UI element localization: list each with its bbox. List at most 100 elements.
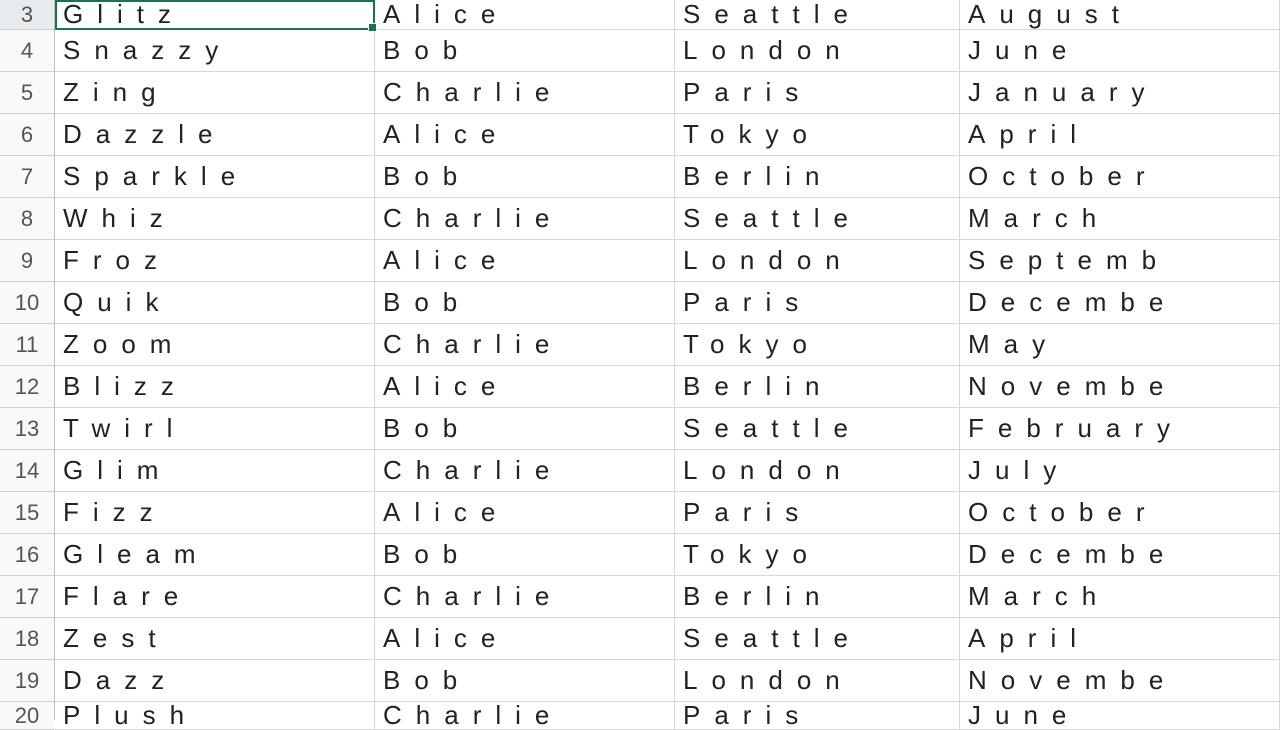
- cell[interactable]: Berlin: [675, 576, 960, 617]
- table-row: Glitz Alice Seattle August: [55, 0, 1280, 30]
- cell[interactable]: Paris: [675, 72, 960, 113]
- row-header[interactable]: 14: [0, 450, 54, 492]
- row-header[interactable]: 17: [0, 576, 54, 618]
- cell[interactable]: Bob: [375, 282, 675, 323]
- cell[interactable]: Twirl: [55, 408, 375, 449]
- cell[interactable]: Novembe: [960, 366, 1280, 407]
- cell[interactable]: October: [960, 156, 1280, 197]
- cell[interactable]: Tokyo: [675, 114, 960, 155]
- cell[interactable]: Charlie: [375, 198, 675, 239]
- cell[interactable]: Decembe: [960, 534, 1280, 575]
- table-row: Whiz Charlie Seattle March: [55, 198, 1280, 240]
- cell[interactable]: Decembe: [960, 282, 1280, 323]
- row-header[interactable]: 20: [0, 702, 54, 730]
- cell[interactable]: Froz: [55, 240, 375, 281]
- cell[interactable]: Charlie: [375, 324, 675, 365]
- cell[interactable]: Blizz: [55, 366, 375, 407]
- cell[interactable]: Glitz: [55, 0, 375, 29]
- cell[interactable]: Bob: [375, 660, 675, 701]
- cell[interactable]: London: [675, 660, 960, 701]
- row-header[interactable]: 19: [0, 660, 54, 702]
- cell[interactable]: Gleam: [55, 534, 375, 575]
- cell[interactable]: London: [675, 240, 960, 281]
- cell[interactable]: Bob: [375, 534, 675, 575]
- cell[interactable]: London: [675, 30, 960, 71]
- cell[interactable]: Paris: [675, 702, 960, 729]
- cell[interactable]: April: [960, 114, 1280, 155]
- cell[interactable]: Alice: [375, 366, 675, 407]
- cell[interactable]: Alice: [375, 240, 675, 281]
- cell[interactable]: Seattle: [675, 198, 960, 239]
- cell[interactable]: Zing: [55, 72, 375, 113]
- cell[interactable]: May: [960, 324, 1280, 365]
- cell[interactable]: Alice: [375, 618, 675, 659]
- row-header[interactable]: 9: [0, 240, 54, 282]
- cell[interactable]: Whiz: [55, 198, 375, 239]
- cell[interactable]: Bob: [375, 156, 675, 197]
- cell[interactable]: Bob: [375, 408, 675, 449]
- cell[interactable]: Tokyo: [675, 534, 960, 575]
- cell[interactable]: June: [960, 30, 1280, 71]
- spreadsheet-grid[interactable]: 3 4 5 6 7 8 9 10 11 12 13 14 15 16 17 18…: [0, 0, 1280, 720]
- row-header[interactable]: 3: [0, 0, 54, 30]
- row-header[interactable]: 13: [0, 408, 54, 450]
- cell[interactable]: Flare: [55, 576, 375, 617]
- cell[interactable]: Zoom: [55, 324, 375, 365]
- cell[interactable]: February: [960, 408, 1280, 449]
- cell[interactable]: Charlie: [375, 72, 675, 113]
- table-row: Zoom Charlie Tokyo May: [55, 324, 1280, 366]
- row-header[interactable]: 6: [0, 114, 54, 156]
- cell[interactable]: Charlie: [375, 702, 675, 729]
- cell[interactable]: Plush: [55, 702, 375, 729]
- cell[interactable]: March: [960, 576, 1280, 617]
- row-header[interactable]: 4: [0, 30, 54, 72]
- cell[interactable]: Glim: [55, 450, 375, 491]
- cell[interactable]: Charlie: [375, 450, 675, 491]
- cell[interactable]: Novembe: [960, 660, 1280, 701]
- table-row: Plush Charlie Paris June: [55, 702, 1280, 730]
- row-header[interactable]: 7: [0, 156, 54, 198]
- cell[interactable]: Septemb: [960, 240, 1280, 281]
- table-row: Zest Alice Seattle April: [55, 618, 1280, 660]
- row-header[interactable]: 16: [0, 534, 54, 576]
- cell[interactable]: Dazz: [55, 660, 375, 701]
- cell[interactable]: Alice: [375, 492, 675, 533]
- cell[interactable]: Bob: [375, 30, 675, 71]
- cell[interactable]: Charlie: [375, 576, 675, 617]
- row-header[interactable]: 10: [0, 282, 54, 324]
- cell[interactable]: August: [960, 0, 1280, 29]
- row-header[interactable]: 11: [0, 324, 54, 366]
- cell[interactable]: January: [960, 72, 1280, 113]
- cell[interactable]: Sparkle: [55, 156, 375, 197]
- row-header[interactable]: 8: [0, 198, 54, 240]
- cell[interactable]: Paris: [675, 282, 960, 323]
- cell[interactable]: Alice: [375, 114, 675, 155]
- cell[interactable]: Fizz: [55, 492, 375, 533]
- row-header[interactable]: 12: [0, 366, 54, 408]
- cell[interactable]: Berlin: [675, 156, 960, 197]
- cell[interactable]: June: [960, 702, 1280, 729]
- cell[interactable]: Zest: [55, 618, 375, 659]
- cell[interactable]: Seattle: [675, 408, 960, 449]
- table-row: Quik Bob Paris Decembe: [55, 282, 1280, 324]
- table-row: Dazz Bob London Novembe: [55, 660, 1280, 702]
- cell[interactable]: Seattle: [675, 618, 960, 659]
- cell[interactable]: Tokyo: [675, 324, 960, 365]
- cell[interactable]: October: [960, 492, 1280, 533]
- row-header[interactable]: 18: [0, 618, 54, 660]
- row-header[interactable]: 15: [0, 492, 54, 534]
- table-row: Fizz Alice Paris October: [55, 492, 1280, 534]
- cell[interactable]: Paris: [675, 492, 960, 533]
- row-header-column: 3 4 5 6 7 8 9 10 11 12 13 14 15 16 17 18…: [0, 0, 55, 720]
- cell[interactable]: July: [960, 450, 1280, 491]
- cell[interactable]: Alice: [375, 0, 675, 29]
- cell[interactable]: March: [960, 198, 1280, 239]
- cell[interactable]: Dazzle: [55, 114, 375, 155]
- cell[interactable]: April: [960, 618, 1280, 659]
- cell[interactable]: Quik: [55, 282, 375, 323]
- cell[interactable]: Seattle: [675, 0, 960, 29]
- row-header[interactable]: 5: [0, 72, 54, 114]
- cell[interactable]: London: [675, 450, 960, 491]
- cell[interactable]: Snazzy: [55, 30, 375, 71]
- cell[interactable]: Berlin: [675, 366, 960, 407]
